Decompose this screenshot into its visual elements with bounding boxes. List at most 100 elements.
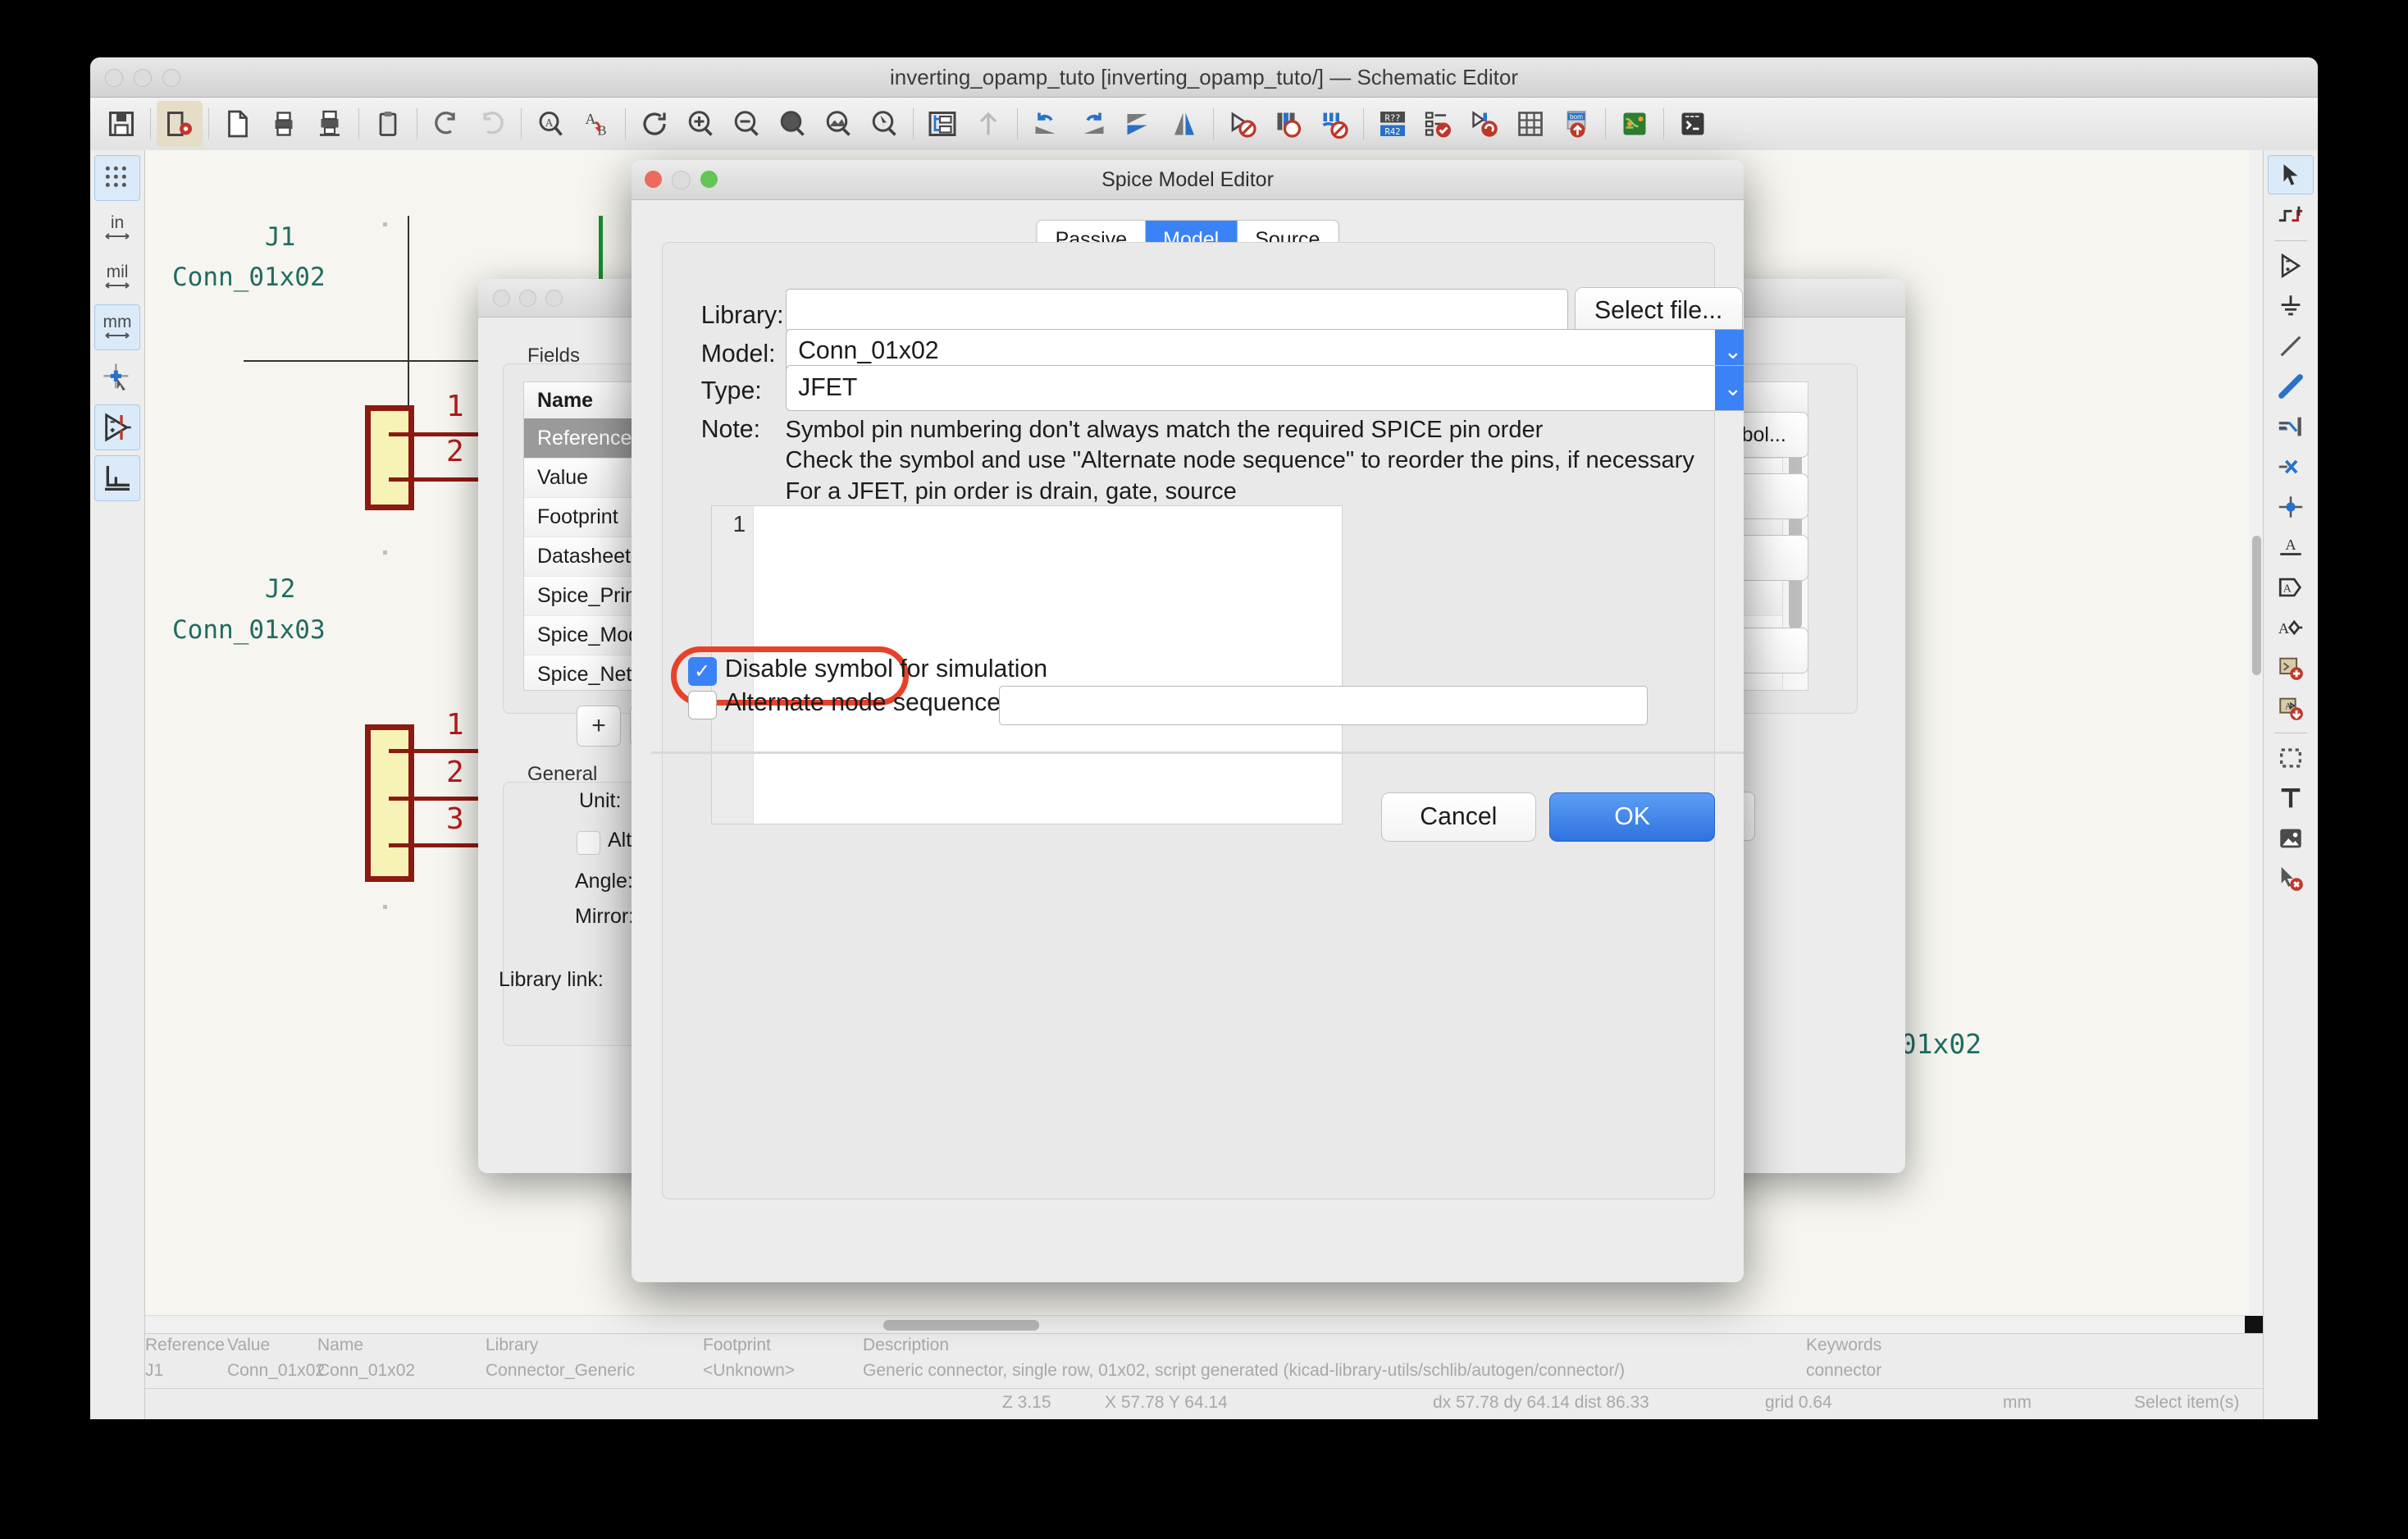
place-hierarchical-label-tool-icon[interactable]: A (2269, 609, 2313, 646)
toolbar-separator (208, 108, 209, 139)
library-input[interactable] (785, 289, 1568, 333)
zoom-in-icon[interactable] (677, 101, 723, 147)
angle-label: Angle: (575, 870, 633, 893)
place-text-tool-icon[interactable] (2269, 779, 2313, 817)
units-mils-icon[interactable]: mil (95, 255, 139, 299)
toggle-wire-style-icon[interactable] (94, 455, 140, 501)
units-inches-icon[interactable]: in (95, 206, 139, 250)
alternate-node-checkbox[interactable] (687, 691, 717, 719)
place-global-label-tool-icon[interactable]: A (2269, 569, 2313, 606)
svg-text:A: A (2285, 537, 2296, 553)
minimize-dialog-button[interactable] (519, 290, 536, 307)
toggle-grid-icon[interactable] (94, 155, 140, 201)
maximize-dialog-button[interactable] (545, 290, 563, 307)
bom-icon[interactable]: bom (1553, 101, 1599, 147)
place-junction-tool-icon[interactable] (2269, 488, 2313, 526)
canvas-horizontal-scrollbar[interactable] (145, 1315, 2250, 1334)
ok-button[interactable]: OK (1549, 792, 1715, 842)
mirror-label: Mirror: (575, 905, 635, 928)
symbol-body-j2[interactable] (365, 724, 414, 882)
draw-rectangle-tool-icon[interactable] (2269, 739, 2313, 777)
zoom-fit-icon[interactable] (769, 101, 815, 147)
place-net-label-tool-icon[interactable]: A (2269, 528, 2313, 566)
toggle-invisible-pins-icon[interactable] (94, 404, 140, 450)
main-toolbar[interactable]: A AB R?? R42 bom (90, 98, 2318, 151)
canvas-vertical-scrollbar[interactable] (2250, 150, 2263, 1316)
rotate-cw-icon[interactable] (1069, 101, 1115, 147)
place-power-port-tool-icon[interactable] (2269, 287, 2313, 325)
grid-dot (383, 550, 387, 555)
paste-icon[interactable] (365, 101, 411, 147)
model-value: Conn_01x02 (798, 337, 939, 365)
toolbar-separator (150, 108, 151, 139)
vertical-scroll-thumb[interactable] (2252, 536, 2261, 675)
svg-text:R42: R42 (1385, 127, 1401, 137)
annotate-icon[interactable]: R?? R42 (1370, 101, 1416, 147)
place-bus-entry-tool-icon[interactable] (2269, 408, 2313, 445)
cancel-button[interactable]: Cancel (1380, 792, 1537, 842)
toggle-cursor-icon[interactable] (95, 355, 139, 400)
horizontal-scroll-thumb[interactable] (883, 1320, 1039, 1331)
import-sheet-pin-tool-icon[interactable]: A (2269, 689, 2313, 727)
status-mode: Select item(s) (2134, 1393, 2240, 1412)
place-no-connect-tool-icon[interactable] (2269, 448, 2313, 486)
undo-icon[interactable] (423, 101, 469, 147)
symbol-library-browser-icon[interactable] (1266, 101, 1311, 147)
bom-table-icon[interactable] (1507, 101, 1553, 147)
redo-icon[interactable] (469, 101, 515, 147)
pcb-editor-icon[interactable] (1612, 101, 1658, 147)
close-dialog-button[interactable] (493, 290, 510, 307)
place-wire-tool-icon[interactable] (2269, 327, 2313, 365)
select-tool-icon[interactable] (2268, 155, 2314, 194)
model-label: Model: (700, 340, 776, 368)
place-symbol-tool-icon[interactable] (2269, 247, 2313, 285)
units-millimeters-icon[interactable]: mm (94, 304, 140, 350)
type-label: Type: (700, 377, 762, 404)
scripting-console-icon[interactable] (1670, 101, 1716, 147)
place-sheet-tool-icon[interactable] (2269, 649, 2313, 687)
disable-symbol-label: Disable symbol for simulation (724, 655, 1048, 683)
place-image-tool-icon[interactable] (2269, 820, 2313, 857)
show-hidden-pins-icon[interactable] (1220, 101, 1266, 147)
pin-number-j2-1: 1 (446, 708, 464, 742)
place-bus-tool-icon[interactable] (2269, 368, 2313, 405)
add-field-button[interactable]: + (577, 706, 621, 747)
zoom-objects-icon[interactable] (815, 101, 861, 147)
symbol-body-j1[interactable] (365, 405, 414, 510)
save-icon[interactable] (98, 101, 144, 147)
mirror-horizontal-icon[interactable] (1115, 101, 1161, 147)
chevron-down-icon[interactable]: ⌄ (1715, 366, 1744, 410)
symbol-reference-j1[interactable]: J1 (265, 222, 295, 252)
mirror-vertical-icon[interactable] (1161, 101, 1207, 147)
select-file-button[interactable]: Select file... (1574, 286, 1743, 335)
board-setup-icon[interactable] (157, 101, 203, 147)
alternate-symbol-checkbox[interactable] (577, 831, 600, 855)
toolbar-separator (358, 108, 359, 139)
find-replace-icon[interactable]: AB (573, 101, 619, 147)
plot-icon[interactable] (307, 101, 353, 147)
symbol-reference-j2[interactable]: J2 (265, 574, 295, 604)
disable-symbol-checkbox[interactable]: ✓ (687, 657, 717, 686)
alternate-node-input[interactable] (998, 686, 1648, 726)
symbol-value-j2[interactable]: Conn_01x03 (172, 615, 326, 645)
find-icon[interactable]: A (527, 101, 573, 147)
update-pcb-icon[interactable] (1462, 101, 1507, 147)
hierarchy-icon[interactable] (919, 101, 965, 147)
refresh-icon[interactable] (632, 101, 677, 147)
right-toolbar[interactable]: A A A A (2263, 150, 2318, 1419)
symbol-value-j1[interactable]: Conn_01x02 (172, 263, 326, 292)
leave-sheet-icon[interactable] (965, 101, 1011, 147)
highlight-net-tool-icon[interactable] (2269, 197, 2313, 235)
zoom-selection-icon[interactable] (861, 101, 907, 147)
spice-dialog-titlebar: Spice Model Editor (632, 160, 1744, 200)
print-icon[interactable] (261, 101, 307, 147)
left-toolbar[interactable]: in mil mm (90, 150, 145, 1419)
rotate-ccw-icon[interactable] (1024, 101, 1069, 147)
type-combobox[interactable]: JFET ⌄ (785, 365, 1744, 411)
page-settings-icon[interactable] (215, 101, 261, 147)
toolbar-separator (521, 108, 522, 139)
zoom-out-icon[interactable] (723, 101, 769, 147)
delete-tool-icon[interactable] (2269, 860, 2313, 897)
erc-icon[interactable] (1416, 101, 1462, 147)
footprint-assign-icon[interactable] (1311, 101, 1357, 147)
